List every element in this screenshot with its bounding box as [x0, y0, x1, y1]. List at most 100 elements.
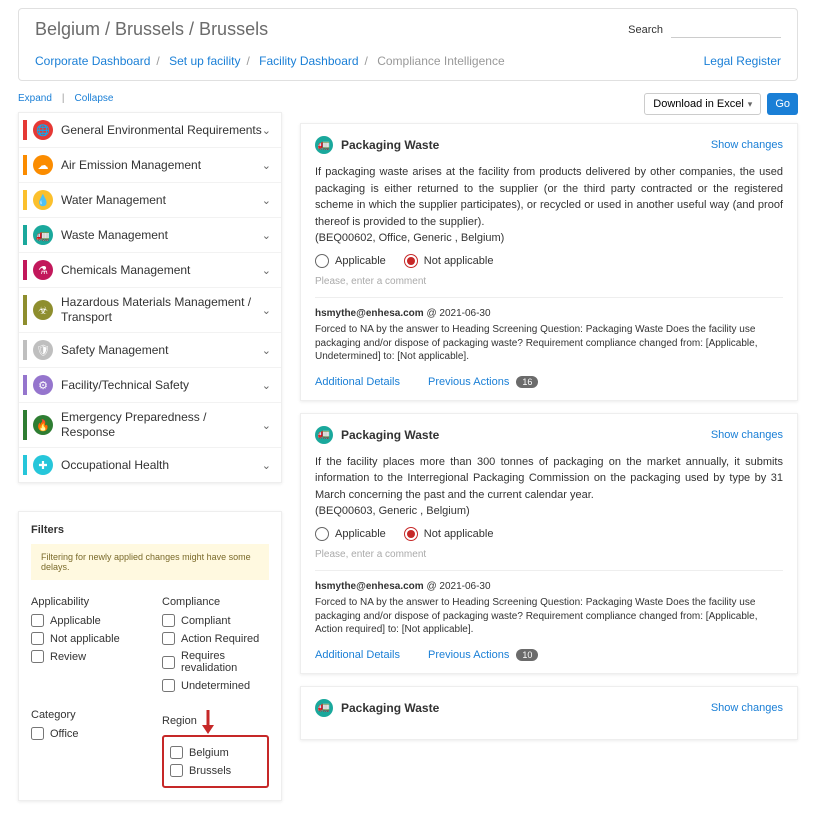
requirement-body: If packaging waste arises at the facilit… — [315, 164, 783, 230]
compliance-option[interactable]: Compliant — [162, 614, 269, 627]
collapse-link[interactable]: Collapse — [75, 93, 114, 104]
checkbox-label: Applicable — [50, 615, 101, 627]
crumb-facility[interactable]: Facility Dashboard — [259, 54, 358, 68]
requirement-card: 🚛Packaging WasteShow changesIf packaging… — [300, 123, 798, 401]
waste-icon: 🚛 — [315, 699, 333, 717]
checkbox[interactable] — [170, 746, 183, 759]
category-item[interactable]: ⚗Chemicals Management⌄ — [19, 253, 281, 288]
category-list: 🌐General Environmental Requirements⌄☁Air… — [18, 112, 282, 483]
waste-icon: 🚛 — [315, 426, 333, 444]
region-heading: Region — [162, 715, 197, 727]
category-icon: ⚗ — [33, 260, 53, 280]
checkbox[interactable] — [31, 727, 44, 740]
requirement-title: Packaging Waste — [341, 428, 439, 442]
checkbox[interactable] — [162, 614, 175, 627]
additional-details-link[interactable]: Additional Details — [315, 649, 400, 661]
checkbox[interactable] — [31, 632, 44, 645]
compliance-option[interactable]: Action Required — [162, 632, 269, 645]
crumb-setup[interactable]: Set up facility — [169, 54, 240, 68]
show-changes-link[interactable]: Show changes — [711, 139, 783, 151]
chevron-down-icon: ⌄ — [262, 264, 271, 277]
forced-text: Forced to NA by the answer to Heading Sc… — [315, 596, 783, 637]
previous-actions-link[interactable]: Previous Actions 16 — [428, 376, 538, 388]
applicable-radio[interactable]: Applicable — [315, 254, 386, 268]
filters-title: Filters — [31, 524, 269, 536]
not-applicable-radio[interactable]: Not applicable — [404, 254, 494, 268]
checkbox-label: Not applicable — [50, 633, 120, 645]
checkbox-label: Office — [50, 728, 79, 740]
category-item[interactable]: ☁Air Emission Management⌄ — [19, 148, 281, 183]
category-item[interactable]: 🛡Safety Management⌄ — [19, 333, 281, 368]
category-label: Water Management — [61, 193, 262, 208]
applicable-radio[interactable]: Applicable — [315, 527, 386, 541]
category-label: Occupational Health — [61, 458, 262, 473]
category-icon: 🛡 — [33, 340, 53, 360]
compliance-heading: Compliance — [162, 596, 269, 608]
category-item[interactable]: 💧Water Management⌄ — [19, 183, 281, 218]
show-changes-link[interactable]: Show changes — [711, 702, 783, 714]
checkbox-label: Requires revalidation — [181, 650, 269, 674]
checkbox-label: Undetermined — [181, 680, 250, 692]
category-item[interactable]: 🌐General Environmental Requirements⌄ — [19, 113, 281, 148]
toolbar: Download in Excel Go — [300, 93, 798, 115]
legal-register-link[interactable]: Legal Register — [704, 54, 781, 68]
crumb-corporate[interactable]: Corporate Dashboard — [35, 54, 150, 68]
chevron-down-icon: ⌄ — [262, 229, 271, 242]
category-icon: 🚛 — [33, 225, 53, 245]
applicability-heading: Applicability — [31, 596, 138, 608]
applicability-option[interactable]: Not applicable — [31, 632, 138, 645]
search-input[interactable] — [671, 21, 781, 38]
region-option[interactable]: Brussels — [170, 764, 261, 777]
applicability-option[interactable]: Review — [31, 650, 138, 663]
checkbox[interactable] — [31, 614, 44, 627]
applicability-option[interactable]: Applicable — [31, 614, 138, 627]
compliance-option[interactable]: Requires revalidation — [162, 650, 269, 674]
compliance-option[interactable]: Undetermined — [162, 679, 269, 692]
requirement-ref: (BEQ00602, Office, Generic , Belgium) — [315, 232, 783, 244]
expand-collapse-row: Expand | Collapse — [18, 93, 282, 104]
search-wrap: Search — [628, 21, 781, 38]
checkbox-label: Brussels — [189, 765, 231, 777]
crumb-current: Compliance Intelligence — [377, 54, 504, 68]
page-title: Belgium / Brussels / Brussels — [35, 19, 268, 40]
forced-text: Forced to NA by the answer to Heading Sc… — [315, 323, 783, 364]
change-meta: hsmythe@enhesa.com @ 2021-06-30 — [315, 581, 783, 592]
applicability-radio-row: Applicable Not applicable — [315, 254, 783, 268]
comment-placeholder[interactable]: Please, enter a comment — [315, 549, 783, 560]
checkbox-label: Compliant — [181, 615, 231, 627]
arrow-down-icon — [201, 709, 215, 735]
chevron-down-icon: ⌄ — [262, 304, 271, 317]
category-item[interactable]: 🚛Waste Management⌄ — [19, 218, 281, 253]
expand-link[interactable]: Expand — [18, 93, 52, 104]
category-item[interactable]: 🔥Emergency Preparedness / Response⌄ — [19, 403, 281, 448]
filters-note: Filtering for newly applied changes migh… — [31, 544, 269, 580]
checkbox[interactable] — [170, 764, 183, 777]
checkbox[interactable] — [162, 679, 175, 692]
comment-placeholder[interactable]: Please, enter a comment — [315, 276, 783, 287]
checkbox[interactable] — [31, 650, 44, 663]
category-icon: ⚙ — [33, 375, 53, 395]
not-applicable-radio[interactable]: Not applicable — [404, 527, 494, 541]
region-option[interactable]: Belgium — [170, 746, 261, 759]
previous-actions-link[interactable]: Previous Actions 10 — [428, 649, 538, 661]
count-badge: 10 — [516, 649, 538, 661]
chevron-down-icon: ⌄ — [262, 459, 271, 472]
requirement-body: If the facility places more than 300 ton… — [315, 454, 783, 504]
category-icon: ✚ — [33, 455, 53, 475]
download-excel-button[interactable]: Download in Excel — [644, 93, 761, 115]
show-changes-link[interactable]: Show changes — [711, 429, 783, 441]
additional-details-link[interactable]: Additional Details — [315, 376, 400, 388]
checkbox[interactable] — [162, 656, 175, 669]
category-item[interactable]: ✚ Occupational Health⌄ — [19, 448, 281, 482]
chevron-down-icon: ⌄ — [262, 344, 271, 357]
checkbox-label: Belgium — [189, 747, 229, 759]
category-option[interactable]: Office — [31, 727, 138, 740]
category-icon: 🔥 — [33, 415, 53, 435]
go-button[interactable]: Go — [767, 93, 798, 115]
category-label: Facility/Technical Safety — [61, 378, 262, 393]
category-item[interactable]: ⚙Facility/Technical Safety⌄ — [19, 368, 281, 403]
category-item[interactable]: ☣Hazardous Materials Management / Transp… — [19, 288, 281, 333]
requirement-ref: (BEQ00603, Generic , Belgium) — [315, 505, 783, 517]
checkbox[interactable] — [162, 632, 175, 645]
category-icon: 🌐 — [33, 120, 53, 140]
